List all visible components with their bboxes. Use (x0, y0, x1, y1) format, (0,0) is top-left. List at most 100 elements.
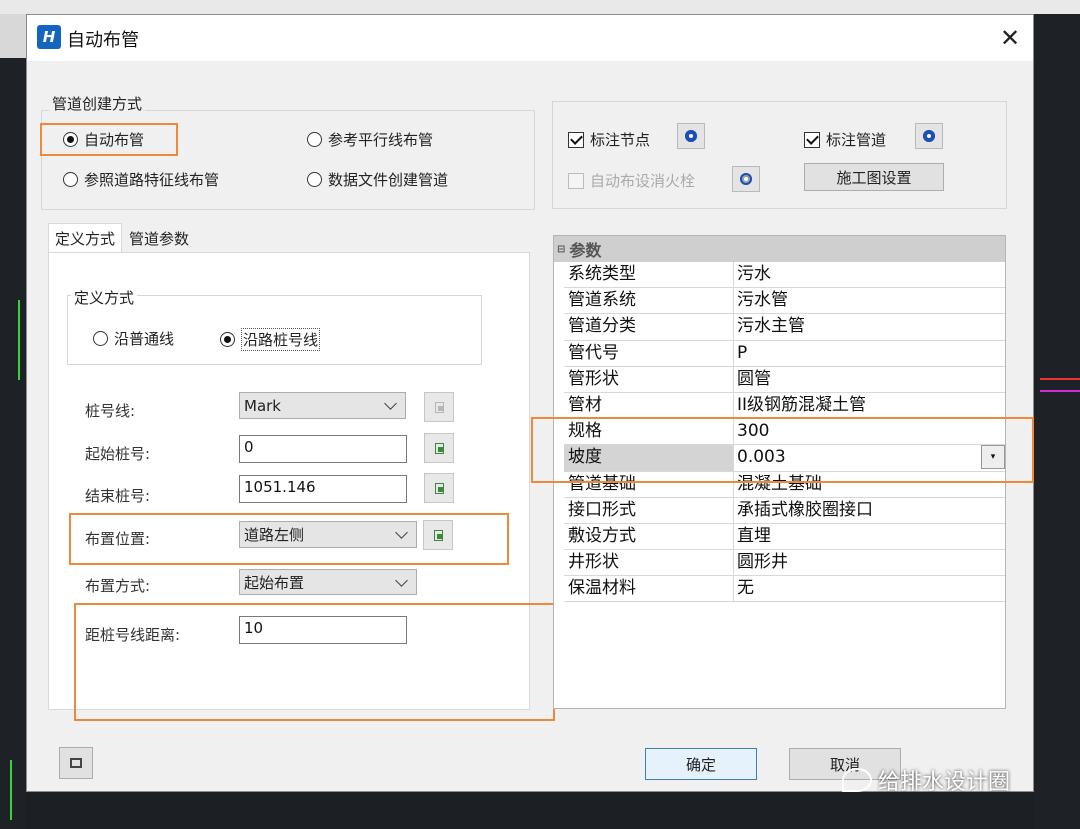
cad-toolbar (0, 14, 26, 58)
param-value-text: P (737, 342, 748, 363)
checkbox-checked-icon (568, 131, 584, 148)
param-key: 保温材料 (564, 576, 734, 602)
collapse-icon[interactable]: ⊟ (557, 244, 565, 255)
watermark: 给排水设计圈 (842, 764, 1010, 796)
drawing-settings-button[interactable]: 施工图设置 (804, 163, 944, 191)
end-station-label: 结束桩号: (85, 487, 151, 505)
param-key: 管代号 (564, 340, 734, 366)
radio-along-station-line[interactable]: 沿路桩号线 (220, 328, 321, 351)
tab-pipe-params[interactable]: 管道参数 (123, 223, 195, 253)
param-value[interactable]: 无 (734, 576, 1005, 601)
window-title: 自动布管 (67, 30, 139, 51)
checkbox-annotate-pipe[interactable]: 标注管道 (804, 129, 886, 150)
start-station-input[interactable]: 0 (239, 435, 407, 463)
param-value[interactable]: 圆形井 (734, 550, 1005, 575)
chevron-down-icon (384, 397, 397, 410)
radio-parallel-line[interactable]: 参考平行线布管 (307, 129, 433, 150)
layout-method-combo[interactable]: 起始布置 (239, 569, 417, 595)
param-key: 井形状 (564, 550, 734, 576)
creation-method-label: 管道创建方式 (49, 93, 146, 114)
cad-canvas-right (1034, 14, 1080, 829)
radio-icon (307, 172, 322, 187)
checkbox-auto-hydrant[interactable]: 自动布设消火栓 (568, 170, 695, 191)
radio-along-normal-line[interactable]: 沿普通线 (93, 328, 174, 349)
param-value[interactable]: 污水主管 (734, 314, 1005, 339)
param-key: 敷设方式 (564, 523, 734, 550)
param-key: 管道分类 (564, 314, 734, 340)
radio-selected-icon (220, 332, 235, 347)
pick-start-station-icon[interactable] (424, 433, 454, 463)
param-row[interactable]: 管材 II级钢筋混凝土管 (564, 392, 1005, 420)
param-value-text: 无 (737, 578, 754, 599)
close-icon[interactable]: ✕ (995, 23, 1025, 53)
cad-line (10, 760, 12, 820)
param-value[interactable]: 直埋 (734, 524, 1005, 549)
tab-define-method[interactable]: 定义方式 (48, 223, 122, 253)
param-value-text: 直埋 (737, 525, 771, 546)
param-row[interactable]: 接口形式 承插式橡胶圈接口 (564, 497, 1005, 524)
param-value-text: 承插式橡胶圈接口 (737, 499, 873, 520)
layout-method-label: 布置方式: (85, 577, 151, 595)
param-row[interactable]: 敷设方式 直埋 (564, 523, 1005, 551)
param-value[interactable]: 污水 (734, 262, 1005, 287)
param-row[interactable]: 井形状 圆形井 (564, 550, 1005, 577)
param-value[interactable]: II级钢筋混凝土管 (734, 393, 1005, 418)
title-bar: H 自动布管 ✕ (27, 15, 1033, 61)
param-row[interactable]: 系统类型 污水 (564, 262, 1005, 289)
param-row[interactable]: 管代号 P (564, 340, 1005, 367)
checkbox-disabled-icon (568, 172, 584, 189)
param-value[interactable]: 污水管 (734, 288, 1005, 313)
highlight-box (69, 513, 509, 565)
app-logo-icon: H (37, 25, 61, 49)
param-value[interactable]: 圆管 (734, 367, 1005, 392)
chevron-down-icon (395, 573, 408, 587)
annotation-group (552, 101, 1007, 209)
param-value-text: 圆形井 (737, 552, 788, 573)
radio-data-file[interactable]: 数据文件创建管道 (307, 169, 448, 190)
station-line-label: 桩号线: (85, 402, 136, 420)
tool-icon-button[interactable] (59, 747, 93, 779)
station-line-combo[interactable]: Mark (239, 392, 406, 419)
radio-icon (307, 132, 322, 147)
node-settings-gear-icon[interactable] (677, 123, 705, 149)
tool-icon (70, 758, 82, 768)
hydrant-settings-gear-icon (732, 166, 760, 192)
highlight-box (531, 417, 1034, 483)
highlight-box (74, 603, 555, 721)
param-value-text: 污水管 (737, 290, 788, 311)
param-value-text: 圆管 (737, 368, 771, 389)
checkbox-annotate-node[interactable]: 标注节点 (568, 129, 650, 150)
pick-station-line-icon (424, 392, 454, 422)
highlight-box (40, 123, 178, 156)
cad-line (1040, 378, 1080, 380)
param-value-text: 污水主管 (737, 316, 805, 337)
pick-end-station-icon[interactable] (424, 473, 454, 503)
ok-button[interactable]: 确定 (645, 748, 757, 780)
param-value[interactable]: P (734, 341, 1005, 366)
auto-pipe-dialog: H 自动布管 ✕ 管道创建方式 自动布管 参考平行线布管 参照道路特征线布管 数… (26, 14, 1034, 792)
start-station-label: 起始桩号: (85, 445, 151, 463)
param-value-text: II级钢筋混凝土管 (737, 394, 867, 415)
cad-line (18, 300, 20, 380)
param-key: 管道系统 (564, 288, 734, 314)
param-key: 管材 (564, 392, 734, 419)
param-value[interactable]: 承插式橡胶圈接口 (734, 498, 1005, 523)
end-station-input[interactable]: 1051.146 (239, 475, 407, 503)
define-method-label: 定义方式 (71, 287, 138, 308)
checkbox-checked-icon (804, 131, 820, 148)
param-key: 接口形式 (564, 497, 734, 523)
param-key: 管形状 (564, 366, 734, 392)
cad-canvas-left (0, 14, 26, 829)
param-row[interactable]: 保温材料无 (564, 576, 1005, 603)
cad-menubar (0, 0, 1080, 15)
wechat-icon (842, 768, 872, 792)
param-row[interactable]: 管道系统 污水管 (564, 288, 1005, 315)
radio-icon (63, 172, 78, 187)
param-key: 系统类型 (564, 262, 734, 288)
params-header: ⊟ 参数 (554, 236, 1005, 262)
pipe-settings-gear-icon[interactable] (915, 123, 943, 149)
param-row[interactable]: 管道分类 污水主管 (564, 314, 1005, 341)
param-row[interactable]: 管形状 圆管 (564, 366, 1005, 393)
radio-road-feature-line[interactable]: 参照道路特征线布管 (63, 169, 219, 190)
cad-line (1040, 390, 1080, 392)
